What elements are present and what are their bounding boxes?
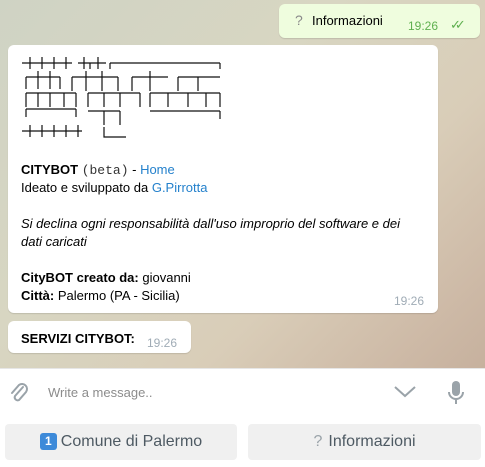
question-icon: ? xyxy=(313,433,323,450)
message-time: 19:26 xyxy=(394,294,425,308)
services-message[interactable]: SERVIZI CITYBOT: 19:26 xyxy=(8,321,191,353)
informazioni-button[interactable]: ? Informazioni xyxy=(248,424,481,460)
created-value: giovanni xyxy=(138,270,191,285)
message-text: Informazioni xyxy=(312,13,383,28)
paperclip-icon[interactable] xyxy=(8,381,30,405)
home-link[interactable]: Home xyxy=(140,162,175,177)
chevron-down-icon[interactable] xyxy=(393,383,417,399)
author-link[interactable]: G.Pirrotta xyxy=(152,180,208,195)
created-by-line: CityBOT creato da: giovanni xyxy=(21,269,191,287)
number-one-icon: 1 xyxy=(39,433,57,450)
created-label: CityBOT creato da: xyxy=(21,270,139,285)
beta-tag: (beta) xyxy=(81,163,129,178)
message-text: SERVIZI CITYBOT: xyxy=(21,331,135,346)
comune-di-palermo-button[interactable]: 1 Comune di Palermo xyxy=(5,424,237,460)
bot-info-message[interactable]: CITYBOT (beta) - Home Ideato e sviluppat… xyxy=(8,45,438,313)
citybot-ascii-logo xyxy=(22,57,221,138)
read-check-icon: ✓✓ xyxy=(450,17,466,32)
message-time: 19:26 xyxy=(408,19,439,33)
outgoing-message[interactable]: ? Informazioni 19:26 ✓✓ xyxy=(279,4,480,38)
title-line: CITYBOT (beta) - Home xyxy=(21,161,175,180)
dash-separator: - xyxy=(128,162,141,177)
city-label: Città: xyxy=(21,288,55,303)
button-label: Comune di Palermo xyxy=(60,433,203,450)
bot-name: CITYBOT xyxy=(21,162,79,177)
ideato-text: Ideato e sviluppato da xyxy=(21,180,152,195)
city-value: Palermo (PA - Sicilia) xyxy=(54,288,180,303)
disclaimer-line-2: dati caricati xyxy=(21,234,87,249)
bot-keyboard: 1 Comune di Palermo ? Informazioni xyxy=(0,416,485,467)
microphone-icon[interactable] xyxy=(446,379,466,407)
button-label: Informazioni xyxy=(328,433,416,450)
message-time: 19:26 xyxy=(147,336,178,350)
question-icon: ? xyxy=(295,12,303,28)
chat-area[interactable]: ? Informazioni 19:26 ✓✓ CITYBOT (beta) -… xyxy=(0,0,485,368)
message-input[interactable]: Write a message.. xyxy=(48,385,153,400)
message-composer: Write a message.. xyxy=(0,368,485,416)
city-line: Città: Palermo (PA - Sicilia) xyxy=(21,287,180,305)
author-line: Ideato e sviluppato da G.Pirrotta xyxy=(21,179,207,197)
disclaimer-line-1: Si declina ogni responsabilità dall'uso … xyxy=(21,216,400,231)
